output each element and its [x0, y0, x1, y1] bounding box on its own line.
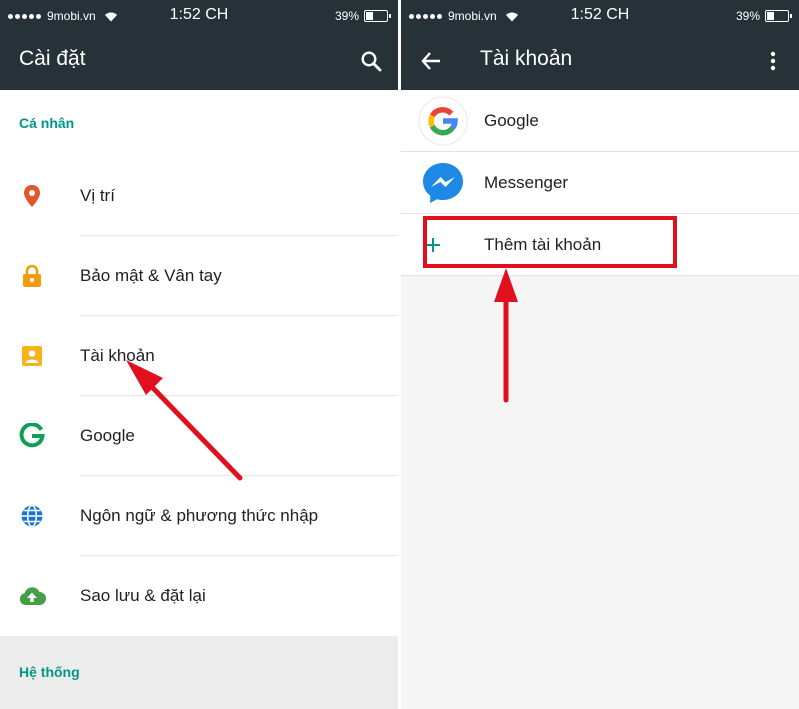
- app-toolbar: Cài đặt: [0, 32, 398, 90]
- arrow-back-icon[interactable]: [416, 46, 446, 76]
- battery-status: 39%: [334, 9, 391, 23]
- battery-percent: 39%: [334, 9, 359, 23]
- account-item-messenger[interactable]: Messenger: [401, 152, 799, 214]
- settings-item-label: Tài khoản: [80, 346, 155, 365]
- battery-icon: [765, 10, 792, 22]
- account-label: Messenger: [484, 173, 569, 192]
- globe-icon: [0, 504, 80, 528]
- settings-screen: 9mobi.vn 1:52 CH 39% Cài đặt Cá nhân Vị …: [0, 0, 398, 709]
- search-icon[interactable]: [356, 46, 386, 76]
- google-logo-icon: [401, 96, 484, 146]
- accounts-screen: 9mobi.vn 1:52 CH 39% Tài khoản Google Me…: [401, 0, 799, 709]
- battery-percent: 39%: [735, 9, 760, 23]
- settings-item-label: Vị trí: [80, 186, 115, 205]
- settings-item-location[interactable]: Vị trí: [0, 156, 398, 236]
- more-vert-icon[interactable]: [758, 46, 788, 76]
- settings-item-label: Google: [80, 426, 135, 445]
- settings-item-label: Bảo mật & Vân tay: [80, 266, 222, 285]
- google-g-icon: [0, 423, 80, 449]
- account-icon: [0, 346, 80, 366]
- annotation-highlight-box: [423, 216, 677, 268]
- section-header-system: Hệ thống: [0, 636, 398, 709]
- settings-item-label: Ngôn ngữ & phương thức nhập: [80, 506, 319, 525]
- cloud-upload-icon: [0, 586, 80, 606]
- settings-item-label: Sao lưu & đặt lại: [80, 586, 206, 605]
- battery-status: 39%: [735, 9, 792, 23]
- settings-item-language[interactable]: Ngôn ngữ & phương thức nhập: [0, 476, 398, 556]
- battery-icon: [364, 10, 391, 22]
- status-bar: 9mobi.vn 1:52 CH 39%: [401, 0, 799, 32]
- location-pin-icon: [0, 184, 80, 208]
- lock-icon: [0, 264, 80, 288]
- page-title: Tài khoản: [480, 47, 573, 70]
- messenger-icon: [401, 160, 484, 206]
- status-bar: 9mobi.vn 1:52 CH 39%: [0, 0, 398, 32]
- account-label: Google: [484, 111, 539, 130]
- personal-section: Cá nhân Vị trí Bảo mật & Vân tay Tài kho…: [0, 90, 398, 636]
- settings-item-backup[interactable]: Sao lưu & đặt lại: [0, 556, 398, 636]
- section-header-personal: Cá nhân: [19, 115, 75, 131]
- page-title: Cài đặt: [19, 47, 86, 70]
- app-toolbar: Tài khoản: [401, 32, 799, 90]
- settings-item-google[interactable]: Google: [0, 396, 398, 476]
- settings-item-accounts[interactable]: Tài khoản: [0, 316, 398, 396]
- divider: [401, 275, 799, 276]
- settings-item-security[interactable]: Bảo mật & Vân tay: [0, 236, 398, 316]
- account-item-google[interactable]: Google: [401, 90, 799, 152]
